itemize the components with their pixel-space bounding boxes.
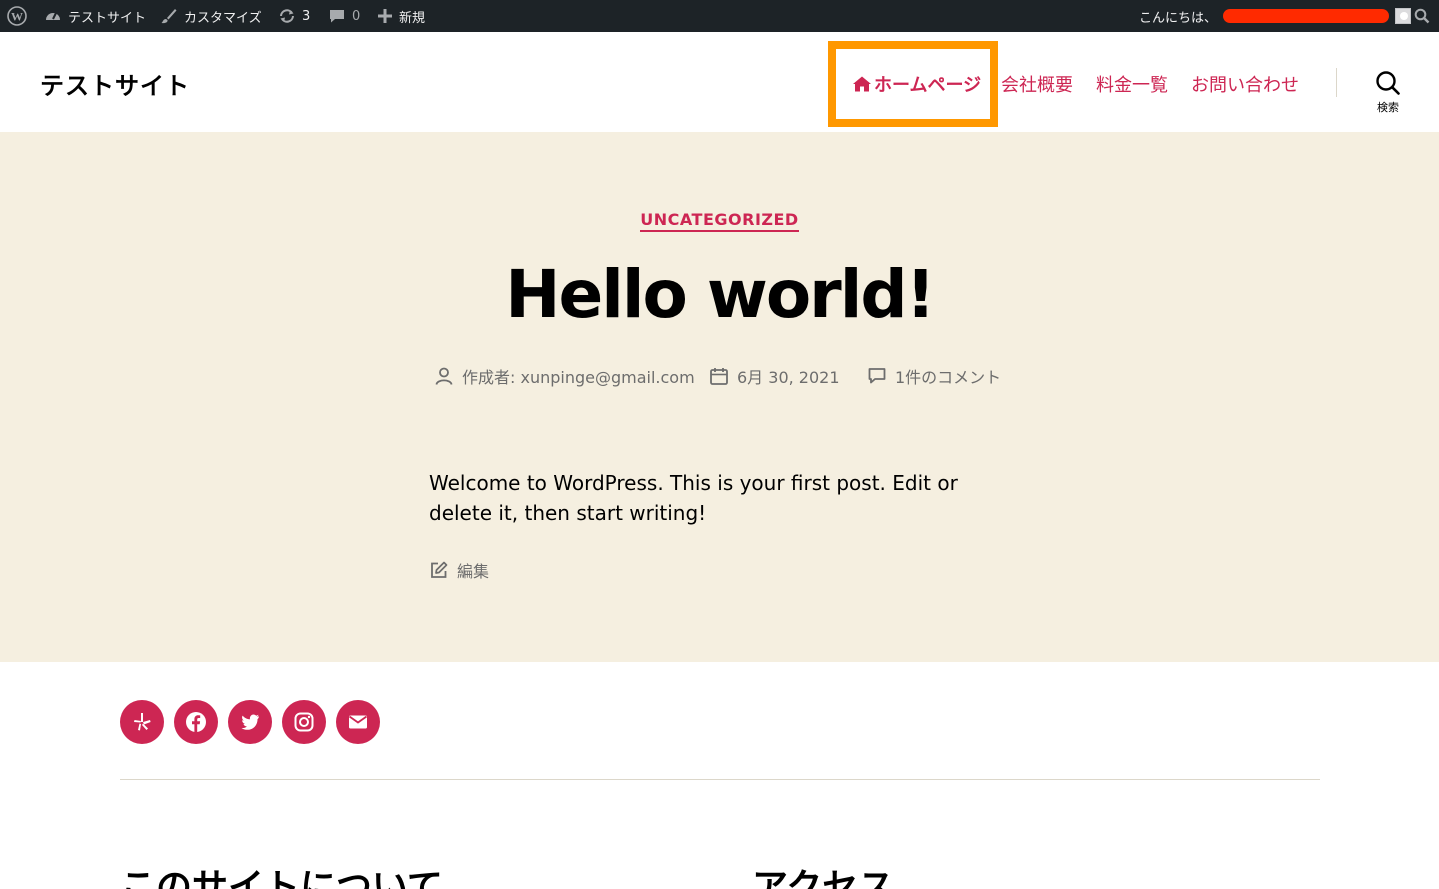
- post-title[interactable]: Hello world!: [0, 256, 1439, 333]
- post-date[interactable]: 6月 30, 2021: [709, 364, 840, 388]
- nav-item-label: 料金一覧: [1096, 75, 1168, 96]
- site-header: テストサイト ホームページ 会社概要 料金一覧 お問い合わせ 検索: [0, 32, 1439, 132]
- site-title[interactable]: テストサイト: [40, 66, 190, 101]
- footer-divider: [120, 779, 1320, 780]
- admin-bar-customize[interactable]: カスタマイズ: [160, 0, 262, 32]
- nav-item-contact[interactable]: お問い合わせ: [1191, 71, 1299, 97]
- greeting-text: こんにちは、: [1139, 10, 1218, 26]
- yelp-icon[interactable]: [120, 700, 164, 744]
- post-category: UNCATEGORIZED: [0, 210, 1439, 232]
- widget-title-access: アクセス: [752, 867, 895, 889]
- site-name-label: テストサイト: [68, 10, 147, 26]
- nav-item-label: 会社概要: [1001, 75, 1073, 96]
- category-link[interactable]: UNCATEGORIZED: [640, 210, 799, 232]
- home-icon: [853, 76, 871, 92]
- search-toggle-button[interactable]: 検索: [1364, 70, 1412, 120]
- comment-bubble-icon: [330, 10, 344, 23]
- post-header: UNCATEGORIZED Hello world! 作成者: xunpinge…: [0, 132, 1439, 662]
- avatar: [1395, 8, 1412, 24]
- admin-bar: W テストサイト カスタマイズ 3 0 新規 こんにちは、: [0, 0, 1439, 32]
- comment-icon: [868, 368, 886, 384]
- facebook-icon[interactable]: [174, 700, 218, 744]
- edit-label: 編集: [457, 562, 490, 581]
- post-author[interactable]: 作成者: xunpinge@gmail.com: [434, 364, 695, 388]
- svg-text:W: W: [11, 10, 23, 24]
- admin-bar-account[interactable]: こんにちは、: [1139, 0, 1412, 32]
- updates-count: 3: [302, 8, 311, 24]
- admin-bar-new[interactable]: 新規: [377, 0, 425, 32]
- comments-text: 1件のコメント: [895, 368, 1002, 387]
- widget-title-about: このサイトについて: [120, 867, 443, 889]
- admin-bar-updates[interactable]: 3: [278, 0, 310, 32]
- new-label: 新規: [399, 10, 426, 26]
- edit-post-link[interactable]: 編集: [429, 558, 489, 582]
- admin-bar-site-name[interactable]: テストサイト: [44, 0, 146, 32]
- comments-count: 0: [352, 8, 361, 24]
- nav-item-label: お問い合わせ: [1191, 75, 1299, 96]
- search-icon: [1376, 71, 1400, 95]
- search-label: 検索: [1377, 101, 1399, 114]
- dashboard-gauge-icon: [46, 12, 60, 20]
- paintbrush-icon: [161, 9, 177, 24]
- instagram-icon[interactable]: [282, 700, 326, 744]
- author-text: 作成者: xunpinge@gmail.com: [462, 368, 695, 387]
- admin-bar-search-icon[interactable]: [1414, 0, 1430, 32]
- plus-icon: [378, 9, 392, 23]
- mail-icon[interactable]: [336, 700, 380, 744]
- nav-item-label: ホームページ: [874, 75, 982, 96]
- nav-item-home[interactable]: ホームページ: [852, 71, 981, 97]
- redacted-username: [1223, 9, 1390, 23]
- calendar-icon: [710, 368, 728, 385]
- nav-divider: [1336, 68, 1337, 97]
- edit-pencil-icon: [431, 561, 448, 578]
- date-text: 6月 30, 2021: [737, 368, 840, 387]
- customize-label: カスタマイズ: [184, 10, 262, 26]
- admin-bar-comments[interactable]: 0: [328, 0, 360, 32]
- user-icon: [435, 367, 453, 385]
- post-body: Welcome to WordPress. This is your first…: [429, 471, 958, 525]
- nav-item-company[interactable]: 会社概要: [1001, 71, 1073, 97]
- post-comments[interactable]: 1件のコメント: [867, 364, 1001, 388]
- twitter-icon[interactable]: [228, 700, 272, 744]
- nav-item-pricing[interactable]: 料金一覧: [1096, 71, 1168, 97]
- wordpress-logo-icon[interactable]: W: [7, 0, 27, 32]
- updates-refresh-icon: [280, 9, 294, 23]
